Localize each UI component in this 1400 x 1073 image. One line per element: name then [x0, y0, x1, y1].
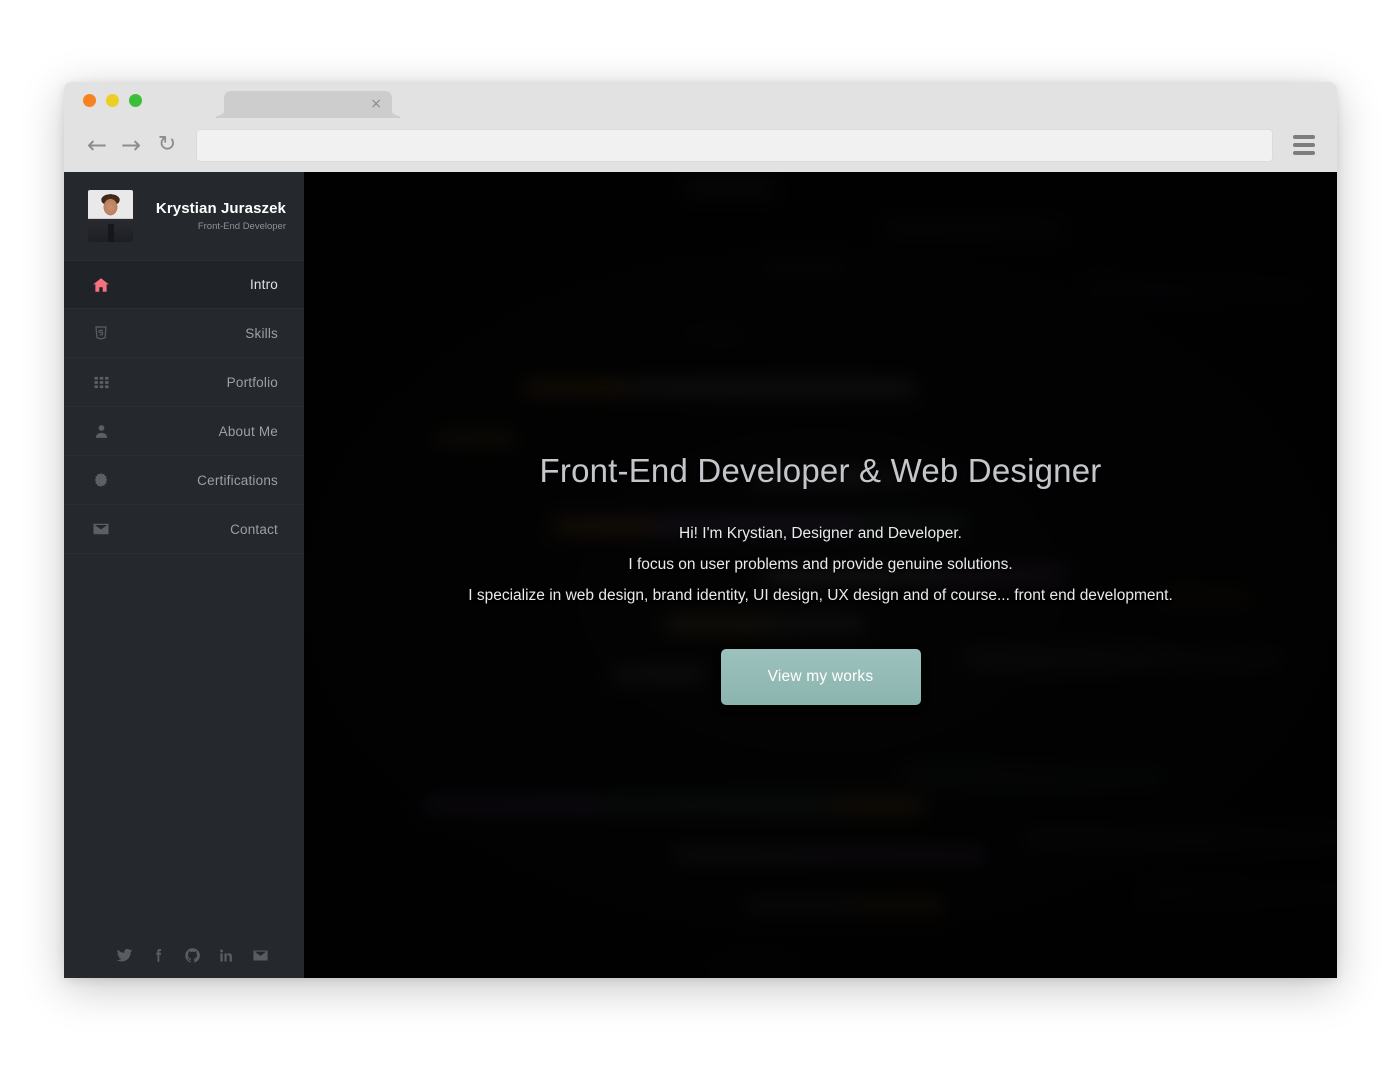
- profile-role: Front-End Developer: [197, 221, 286, 232]
- sidebar-item-about-me[interactable]: About Me: [64, 407, 304, 456]
- sidebar-item-contact[interactable]: Contact: [64, 505, 304, 554]
- html5-icon: [90, 322, 112, 344]
- back-icon[interactable]: ←: [80, 128, 114, 162]
- home-icon: [90, 274, 112, 296]
- sidebar-item-label: About Me: [218, 423, 278, 439]
- view-my-works-button[interactable]: View my works: [720, 649, 921, 705]
- email-icon[interactable]: [252, 947, 269, 964]
- hero-line-3: I specialize in web design, brand identi…: [468, 587, 1173, 604]
- grid-icon: [90, 371, 112, 393]
- minimize-window-button[interactable]: [106, 94, 119, 107]
- sidebar: Krystian Juraszek Front-End Developer In…: [64, 172, 304, 978]
- browser-titlebar: ×: [64, 82, 1337, 118]
- page-title: Krystian Juraszek: [155, 200, 286, 217]
- social-links: [64, 947, 304, 978]
- page-viewport: Krystian Juraszek Front-End Developer In…: [64, 172, 1337, 978]
- linkedin-icon[interactable]: [218, 947, 235, 964]
- sidebar-item-portfolio[interactable]: Portfolio: [64, 358, 304, 407]
- browser-toolbar: ← → ↻: [64, 118, 1337, 172]
- github-icon[interactable]: [184, 947, 201, 964]
- profile-header: Krystian Juraszek Front-End Developer: [64, 172, 304, 260]
- maximize-window-button[interactable]: [129, 94, 142, 107]
- facebook-icon[interactable]: [150, 947, 167, 964]
- sidebar-item-label: Skills: [245, 325, 278, 341]
- sidebar-item-label: Contact: [230, 521, 278, 537]
- sidebar-item-label: Intro: [249, 277, 278, 292]
- twitter-icon[interactable]: [116, 947, 133, 964]
- hero-section: Front-End Developer & Web Designer Hi! I…: [304, 172, 1337, 978]
- close-icon[interactable]: ×: [370, 94, 382, 114]
- sidebar-item-intro[interactable]: Intro: [64, 260, 304, 309]
- url-input[interactable]: [196, 128, 1273, 162]
- sidebar-item-label: Certifications: [197, 472, 278, 488]
- hero-title: Front-End Developer & Web Designer: [539, 452, 1102, 489]
- close-window-button[interactable]: [83, 94, 96, 107]
- sidebar-item-label: Portfolio: [226, 374, 278, 390]
- envelope-icon: [90, 518, 112, 540]
- avatar: [88, 190, 133, 242]
- hero-line-1: Hi! I'm Krystian, Designer and Developer…: [679, 525, 962, 542]
- person-icon: [90, 420, 112, 442]
- sidebar-item-skills[interactable]: Skills: [64, 309, 304, 358]
- hero-line-2: I focus on user problems and provide gen…: [628, 556, 1013, 573]
- sidebar-item-certifications[interactable]: Certifications: [64, 456, 304, 505]
- hamburger-menu-icon[interactable]: [1283, 124, 1325, 166]
- sidebar-nav: Intro Skills Portfolio About Me Certific…: [64, 260, 304, 554]
- badge-icon: [90, 469, 112, 491]
- browser-window: × ← → ↻ Krystian Juraszek Front-End Deve…: [64, 82, 1337, 978]
- forward-icon[interactable]: →: [114, 128, 148, 162]
- reload-icon[interactable]: ↻: [150, 128, 184, 162]
- browser-tab[interactable]: ×: [224, 91, 392, 118]
- window-controls: [83, 94, 142, 107]
